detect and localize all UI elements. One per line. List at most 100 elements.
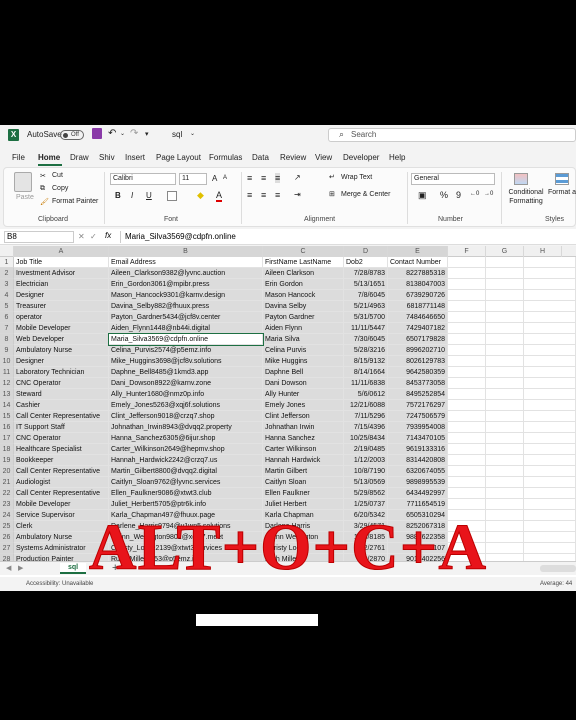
increase-decimal-icon[interactable]: ←0	[470, 191, 479, 197]
row-header[interactable]: 21	[0, 477, 14, 488]
undo-icon[interactable]: ↶	[108, 128, 116, 139]
filename-chevron-icon[interactable]: ⌄	[190, 130, 195, 137]
empty-cell[interactable]	[486, 433, 524, 444]
table-cell[interactable]: 9619133316	[388, 444, 448, 455]
table-cell[interactable]: Laboratory Technician	[14, 367, 109, 378]
table-cell[interactable]: Ellen Faulkner	[263, 488, 344, 499]
table-cell[interactable]: 11/11/6838	[344, 378, 388, 389]
row-header[interactable]: 13	[0, 389, 14, 400]
column-header-d[interactable]: D	[344, 246, 388, 257]
table-cell[interactable]: 8227885318	[388, 268, 448, 279]
table-cell[interactable]: 5/6/0612	[344, 389, 388, 400]
conditional-formatting-icon[interactable]	[514, 173, 528, 185]
column-header-c[interactable]: C	[263, 246, 344, 257]
header-cell[interactable]: Dob2	[344, 257, 388, 268]
table-cell[interactable]: 7484646650	[388, 312, 448, 323]
decrease-decimal-icon[interactable]: →0	[484, 191, 493, 197]
empty-cell[interactable]	[448, 290, 486, 301]
empty-cell[interactable]	[524, 411, 576, 422]
table-cell[interactable]: Maria_Silva3569@cdpfn.online	[108, 333, 264, 346]
table-cell[interactable]: 7939954008	[388, 422, 448, 433]
indent-icon[interactable]: ⇥	[294, 190, 301, 199]
table-cell[interactable]: Caitlyn_Sloan9762@lyvnc.services	[109, 477, 263, 488]
table-cell[interactable]: Treasurer	[14, 301, 109, 312]
table-cell[interactable]: Davina_Selby882@fhuux.press	[109, 301, 263, 312]
format-painter-button[interactable]: Format Painter	[52, 198, 98, 205]
table-cell[interactable]: Emely_Jones5263@xqj6f.solutions	[109, 400, 263, 411]
table-cell[interactable]: 8138047003	[388, 279, 448, 290]
table-cell[interactable]: Call Center Representative	[14, 411, 109, 422]
menu-formulas[interactable]: Formulas	[209, 153, 242, 162]
copy-icon[interactable]: ⧉	[40, 185, 45, 193]
empty-cell[interactable]	[524, 279, 576, 290]
menu-file[interactable]: File	[12, 153, 25, 162]
empty-cell[interactable]	[448, 301, 486, 312]
row-header[interactable]: 6	[0, 312, 14, 323]
format-painter-icon[interactable]: 🖌	[40, 198, 49, 206]
menu-shiv[interactable]: Shiv	[99, 153, 115, 162]
cancel-icon[interactable]: ✕	[78, 232, 85, 241]
table-cell[interactable]: Ambulatory Nurse	[14, 345, 109, 356]
cut-button[interactable]: Cut	[52, 172, 63, 179]
empty-cell[interactable]	[486, 455, 524, 466]
table-cell[interactable]: IT Support Staff	[14, 422, 109, 433]
table-cell[interactable]: Web Developer	[14, 334, 109, 345]
column-header-e[interactable]: E	[388, 246, 448, 257]
empty-cell[interactable]	[448, 477, 486, 488]
insert-function-button[interactable]: fx	[105, 231, 111, 240]
table-cell[interactable]: Audiologist	[14, 477, 109, 488]
table-cell[interactable]: 10/25/8434	[344, 433, 388, 444]
copy-button[interactable]: Copy	[52, 185, 68, 192]
empty-cell[interactable]	[486, 444, 524, 455]
table-cell[interactable]: Carter Wilkinson	[263, 444, 344, 455]
table-cell[interactable]: 8495252854	[388, 389, 448, 400]
empty-cell[interactable]	[486, 367, 524, 378]
empty-cell[interactable]	[486, 356, 524, 367]
table-cell[interactable]: 7/30/6045	[344, 334, 388, 345]
table-cell[interactable]: Daphne Bell	[263, 367, 344, 378]
empty-cell[interactable]	[448, 312, 486, 323]
table-cell[interactable]: Hannah Hardwick	[263, 455, 344, 466]
empty-cell[interactable]	[448, 389, 486, 400]
table-cell[interactable]: Ally_Hunter1680@nmz0p.info	[109, 389, 263, 400]
table-cell[interactable]: CNC Operator	[14, 433, 109, 444]
table-cell[interactable]: Juliet_Herbert5705@ptr6k.info	[109, 499, 263, 510]
menu-draw[interactable]: Draw	[70, 153, 89, 162]
table-cell[interactable]: Emely Jones	[263, 400, 344, 411]
empty-cell[interactable]	[486, 378, 524, 389]
table-cell[interactable]: 11/11/5447	[344, 323, 388, 334]
empty-cell[interactable]	[448, 455, 486, 466]
table-cell[interactable]: 9642580359	[388, 367, 448, 378]
format-as-table-icon[interactable]	[555, 173, 569, 185]
empty-cell[interactable]	[448, 444, 486, 455]
table-cell[interactable]: 8/14/1664	[344, 367, 388, 378]
menu-developer[interactable]: Developer	[343, 153, 379, 162]
table-cell[interactable]: 7143470105	[388, 433, 448, 444]
row-header[interactable]: 7	[0, 323, 14, 334]
table-cell[interactable]: 5/28/3216	[344, 345, 388, 356]
table-cell[interactable]: Aileen Clarkson	[263, 268, 344, 279]
table-cell[interactable]: Call Center Representative	[14, 488, 109, 499]
table-cell[interactable]: 5/21/4963	[344, 301, 388, 312]
table-cell[interactable]: 5/13/1651	[344, 279, 388, 290]
align-top-icon[interactable]: ≡	[247, 173, 252, 183]
align-right-icon[interactable]: ≡	[275, 190, 280, 200]
borders-icon[interactable]	[167, 191, 177, 201]
merge-center-button[interactable]: Merge & Center	[341, 191, 390, 198]
table-cell[interactable]: Aiden_Flynn1448@nb44i.digital	[109, 323, 263, 334]
empty-cell[interactable]	[524, 378, 576, 389]
table-cell[interactable]: 8996202710	[388, 345, 448, 356]
empty-cell[interactable]	[524, 400, 576, 411]
wrap-text-icon[interactable]: ↵	[329, 173, 335, 181]
table-cell[interactable]: Ellen_Faulkner9086@xtwt3.club	[109, 488, 263, 499]
row-header[interactable]: 8	[0, 334, 14, 345]
empty-cell[interactable]	[448, 466, 486, 477]
empty-cell[interactable]	[486, 268, 524, 279]
table-cell[interactable]: Call Center Representative	[14, 466, 109, 477]
table-cell[interactable]: Mason_Hancock9301@karnv.design	[109, 290, 263, 301]
header-cell[interactable]: FirstName LastName	[263, 257, 344, 268]
percent-button[interactable]: %	[440, 190, 448, 200]
table-cell[interactable]: 6320674055	[388, 466, 448, 477]
bold-button[interactable]: B	[115, 191, 121, 200]
select-all-corner[interactable]	[0, 246, 14, 257]
